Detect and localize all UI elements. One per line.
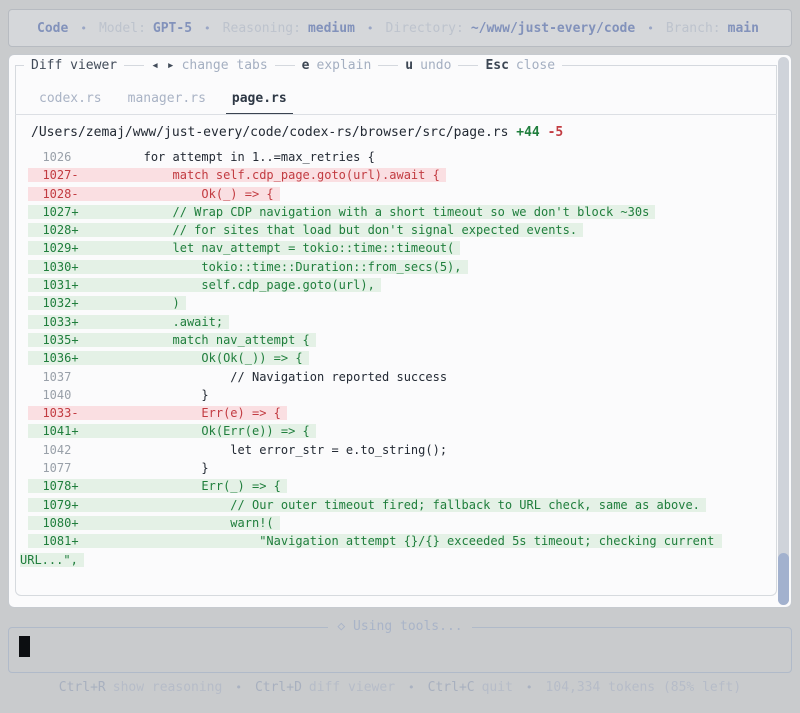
diff-viewer-title: Diff viewer (31, 58, 118, 73)
scrollbar[interactable] (778, 57, 789, 605)
divider-line (378, 65, 399, 66)
diff-line: 1078+ Err(_) => { (20, 477, 760, 495)
tab-page-rs[interactable]: page.rs (225, 91, 293, 115)
separator-dot: • (204, 21, 211, 35)
status-line: ◇ Using tools... (9, 619, 791, 634)
status-text: Using tools... (353, 619, 463, 634)
diff-line: 1027+ // Wrap CDP navigation with a shor… (20, 203, 760, 221)
diff-line: 1040 } (28, 387, 209, 402)
deletions-count: -5 (547, 125, 564, 140)
divider-line (124, 65, 145, 66)
diff-line: 1032+ ) (20, 294, 760, 312)
top-status-bar: Code • Model: GPT-5 • Reasoning: medium … (8, 9, 792, 47)
diff-line: 1079+ // Our outer timeout fired; fallba… (20, 496, 760, 514)
reasoning-value: medium (307, 20, 355, 36)
diff-line: 1030+ tokio::time::Duration::from_secs(5… (20, 258, 760, 276)
scrollbar-thumb[interactable] (778, 553, 789, 605)
tab-separator-line (15, 114, 777, 115)
reasoning-label: Reasoning: (222, 20, 301, 36)
diamond-icon: ◇ (337, 619, 346, 634)
tab-codex-rs[interactable]: codex.rs (33, 91, 108, 115)
divider-line (458, 65, 479, 66)
text-cursor (19, 636, 30, 657)
shortcut-diff-viewer: Ctrl+D diff viewer (254, 680, 396, 695)
diff-line: 1080+ warn!( (20, 514, 760, 532)
divider-line (274, 65, 295, 66)
app-name: Code (37, 20, 69, 36)
divider-line (562, 65, 777, 66)
diff-line: 1042 let error_str = e.to_string(); (28, 442, 448, 457)
change-tabs-hint: change tabs (181, 58, 268, 73)
terminal-screen: Code • Model: GPT-5 • Reasoning: medium … (0, 0, 800, 713)
file-path: /Users/zemaj/www/just-every/code/codex-r… (31, 125, 509, 140)
diff-line: 1035+ match nav_attempt { (20, 331, 760, 349)
model-label: Model: (98, 20, 146, 36)
undo-key-hint: u (405, 58, 414, 73)
tab-manager-rs[interactable]: manager.rs (122, 91, 212, 115)
directory-label: Directory: (385, 20, 464, 36)
separator-dot: • (366, 21, 374, 35)
undo-label: undo (420, 58, 452, 73)
diff-viewer-panel: Diff viewer ◂ ▸ change tabs e explain u … (8, 54, 792, 608)
diff-line: 1036+ Ok(Ok(_)) => { (20, 349, 760, 367)
additions-count: +44 (516, 125, 540, 140)
separator-dot: • (647, 21, 654, 35)
shortcut-show-reasoning: Ctrl+R show reasoning (58, 680, 223, 695)
close-key-hint: Esc (485, 58, 509, 73)
close-label: close (515, 58, 556, 73)
reasoning-info: Reasoning: medium (223, 21, 355, 36)
diff-line: 1028+ // for sites that load but don't s… (20, 221, 760, 239)
diff-line: 1027- match self.cdp_page.goto(url).awai… (20, 166, 760, 184)
separator-dot: • (525, 681, 533, 694)
footer-bar: Ctrl+R show reasoning • Ctrl+D diff view… (0, 680, 800, 695)
directory-value: ~/www/just-every/code (470, 20, 636, 36)
diff-line: 1029+ let nav_attempt = tokio::time::tim… (20, 239, 760, 257)
diff-line: 1041+ Ok(Err(e)) => { (20, 422, 760, 440)
diff-line: 1031+ self.cdp_page.goto(url), (20, 276, 760, 294)
diff-file-tabs: codex.rs manager.rs page.rs (33, 91, 293, 115)
directory-info: Directory: ~/www/just-every/code (386, 21, 636, 36)
divider-line (15, 65, 24, 66)
branch-value: main (727, 20, 759, 36)
file-path-row: /Users/zemaj/www/just-every/code/codex-r… (31, 125, 563, 140)
model-value: GPT-5 (152, 20, 193, 36)
separator-dot: • (235, 681, 242, 694)
explain-key-hint: e (301, 58, 310, 73)
diff-line: 1026 for attempt in 1..=max_retries { (28, 150, 375, 164)
separator-dot: • (408, 681, 415, 694)
shortcut-quit: Ctrl+C quit (427, 680, 513, 695)
branch-label: Branch: (665, 20, 721, 36)
composer-input[interactable]: ◇ Using tools... (8, 619, 792, 673)
model-info: Model: GPT-5 (99, 21, 192, 36)
branch-info: Branch: main (666, 21, 759, 36)
diff-line: 1081+ "Navigation attempt {}/{} exceeded… (20, 534, 722, 567)
diff-line: 1028- Ok(_) => { (20, 185, 760, 203)
separator-dot: • (80, 21, 87, 35)
token-count: 104,334 tokens (85% left) (545, 680, 742, 695)
diff-line: 1077 } (28, 461, 209, 476)
diff-line: 1037 // Navigation reported success (28, 369, 448, 384)
diff-viewer-legend: Diff viewer ◂ ▸ change tabs e explain u … (15, 58, 777, 73)
explain-label: explain (316, 58, 372, 73)
left-right-arrows-icon: ◂ ▸ (151, 58, 175, 73)
diff-line: 1033+ .await; (20, 313, 760, 331)
diff-line: 1033- Err(e) => { (20, 404, 760, 422)
diff-content: 1026 for attempt in 1..=max_retries { 10… (20, 148, 760, 569)
